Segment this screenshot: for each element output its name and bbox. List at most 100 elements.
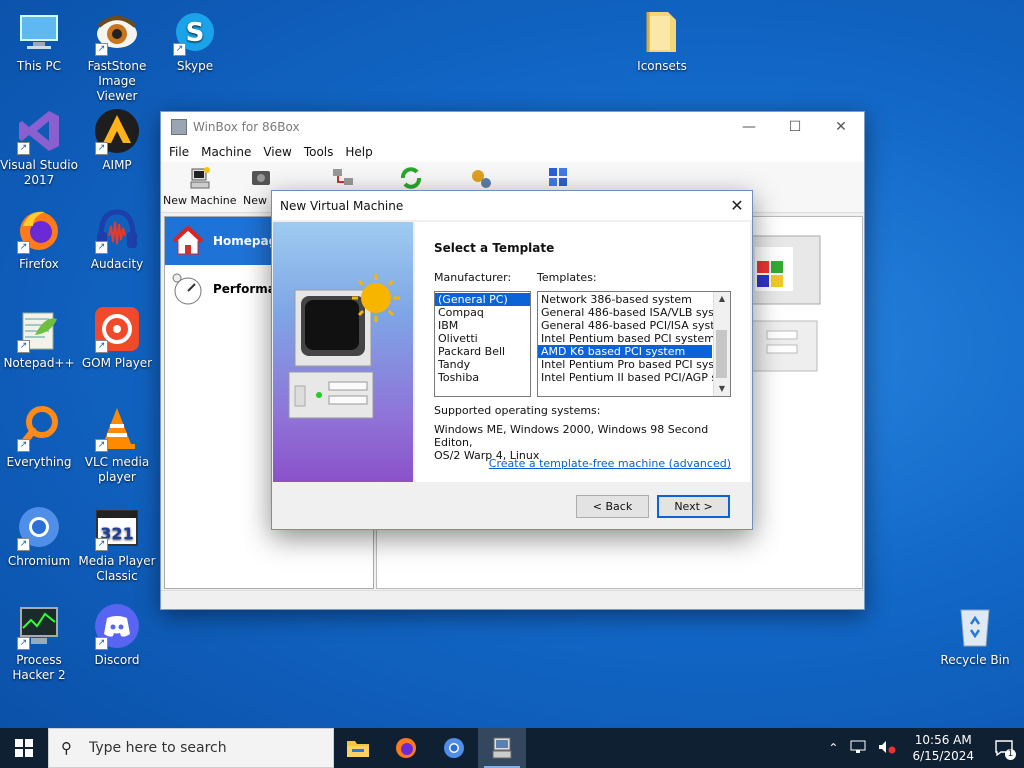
manufacturer-item[interactable]: (General PC) [435,293,530,306]
desktop-icon-this-pc[interactable]: This PC [0,8,78,74]
menu-view[interactable]: View [257,145,297,159]
dialog-close-icon[interactable]: ✕ [722,196,752,215]
scroll-thumb[interactable] [716,330,727,378]
new-machine-button[interactable]: New Machine [163,166,237,207]
desktop-icon-firefox[interactable]: ↗ Firefox [0,206,78,272]
new-machine-icon [188,166,212,190]
taskbar-file-explorer[interactable] [334,728,382,768]
gears-icon [469,166,493,190]
dialog-title: New Virtual Machine [280,198,404,213]
desktop-icon-faststone[interactable]: ↗ FastStone Image Viewer [78,8,156,104]
desktop-icon-notepadpp[interactable]: ↗ Notepad++ [0,305,78,371]
network-icon[interactable] [850,740,866,757]
desktop-icon-label: GOM Player [81,356,153,370]
desktop-icon-skype[interactable]: S ↗ Skype [156,8,234,74]
taskbar-chromium[interactable] [430,728,478,768]
manufacturer-item[interactable]: Compaq [435,306,530,319]
retro-computer-illustration [747,235,821,372]
scroll-down-icon[interactable]: ▼ [714,382,730,396]
maximize-button[interactable]: ☐ [772,112,818,142]
hard-disk-icon [249,166,273,190]
close-button[interactable]: ✕ [818,112,864,142]
menu-tools[interactable]: Tools [298,145,340,159]
recycle-bin-icon [951,602,999,650]
home-icon [171,224,205,258]
desktop-icon-mpc[interactable]: 321 ↗ Media Player Classic [78,503,156,584]
template-item[interactable]: Intel Pentium Pro based PCI system [538,358,730,371]
faststone-eye-icon: ↗ [93,8,141,56]
dialog-heading: Select a Template [434,241,555,255]
taskbar-search-box[interactable]: ⚲ Type here to search [48,728,334,768]
template-free-link[interactable]: Create a template-free machine (advanced… [489,457,731,470]
manufacturer-item[interactable]: Olivetti [435,332,530,345]
template-item-selected[interactable]: AMD K6 based PCI system [538,345,712,358]
vlc-cone-icon: ↗ [93,404,141,452]
taskbar-firefox[interactable] [382,728,430,768]
clock-time: 10:56 AM [914,733,972,747]
taskbar: ⚲ Type here to search ⌃ 10:56 AM 6/15/20… [0,728,1024,768]
aimp-icon: ↗ [93,107,141,155]
minimize-button[interactable]: — [726,112,772,142]
desktop-icon-label: Visual Studio 2017 [0,158,78,187]
manufacturer-label: Manufacturer: [434,271,512,284]
desktop-icon-label: Recycle Bin [940,653,1010,667]
process-hacker-icon: ↗ [15,602,63,650]
template-item[interactable]: Intel Pentium based PCI system [538,332,715,345]
dialog-titlebar[interactable]: New Virtual Machine ✕ [272,191,752,220]
desktop-icon-discord[interactable]: ↗ Discord [78,602,156,668]
dialog-body: Select a Template Manufacturer: Template… [415,222,750,482]
desktop-icon-label: AIMP [102,158,132,172]
desktop-icon-visual-studio[interactable]: ↗ Visual Studio 2017 [0,107,78,188]
manufacturer-item[interactable]: IBM [435,319,530,332]
template-item[interactable]: Intel Pentium II based PCI/AGP syst [538,371,730,384]
desktop-icon-vlc[interactable]: ↗ VLC media player [78,404,156,485]
next-button[interactable]: Next > [657,495,730,518]
desktop-icon-chromium[interactable]: ↗ Chromium [0,503,78,569]
refresh-icon [399,166,423,190]
desktop-icon-iconsets[interactable]: Iconsets [623,8,701,74]
desktop-icon-label: Process Hacker 2 [12,653,66,682]
winbox-statusbar [161,590,864,609]
menu-machine[interactable]: Machine [195,145,257,159]
audacity-icon: ↗ [93,206,141,254]
wizard-banner [273,222,413,482]
template-item[interactable]: Network 386-based system [538,293,712,306]
taskbar-winbox[interactable] [478,728,526,768]
desktop-icon-label: Audacity [90,257,144,271]
back-button[interactable]: < Back [576,495,649,518]
templates-scrollbar[interactable]: ▲ ▼ [713,292,730,396]
desktop-icon-everything[interactable]: ↗ Everything [0,404,78,470]
media-player-classic-icon: 321 ↗ [93,503,141,551]
svg-text:S: S [186,18,205,48]
template-item[interactable]: General 486-based ISA/VLB system [538,306,730,319]
notifications-button[interactable]: 1 [984,728,1024,768]
chevron-up-icon[interactable]: ⌃ [828,741,838,755]
discord-icon: ↗ [93,602,141,650]
menu-help[interactable]: Help [339,145,378,159]
desktop-icon-label: Chromium [7,554,71,568]
clock[interactable]: 10:56 AM 6/15/2024 [912,732,974,764]
manufacturer-item[interactable]: Packard Bell [435,345,530,358]
desktop-icon-label: Media Player Classic [78,554,156,583]
search-icon: ⚲ [61,739,72,757]
templates-list[interactable]: Network 386-based system General 486-bas… [537,291,731,397]
desktop-icon-label: Discord [94,653,140,667]
scroll-up-icon[interactable]: ▲ [714,292,730,306]
desktop-icon-recycle-bin[interactable]: Recycle Bin [936,602,1014,668]
desktop-icon-process-hacker[interactable]: ↗ Process Hacker 2 [0,602,78,683]
menu-file[interactable]: File [163,145,195,159]
desktop-icon-audacity[interactable]: ↗ Audacity [78,206,156,272]
volume-muted-icon[interactable] [878,740,896,757]
computer-icon [15,8,63,56]
winbox-title: WinBox for 86Box [193,120,300,134]
manufacturer-item[interactable]: Tandy [435,358,530,371]
desktop-icon-aimp[interactable]: ↗ AIMP [78,107,156,173]
winbox-titlebar[interactable]: WinBox for 86Box — ☐ ✕ [161,112,864,142]
chromium-icon [444,738,464,758]
desktop-icon-gom-player[interactable]: ↗ GOM Player [78,305,156,371]
start-button[interactable] [0,728,48,768]
desktop-icon-label: FastStone Image Viewer [87,59,147,103]
manufacturer-list[interactable]: (General PC) Compaq IBM Olivetti Packard… [434,291,531,397]
template-item[interactable]: General 486-based PCI/ISA system [538,319,730,332]
manufacturer-item[interactable]: Toshiba [435,371,530,384]
